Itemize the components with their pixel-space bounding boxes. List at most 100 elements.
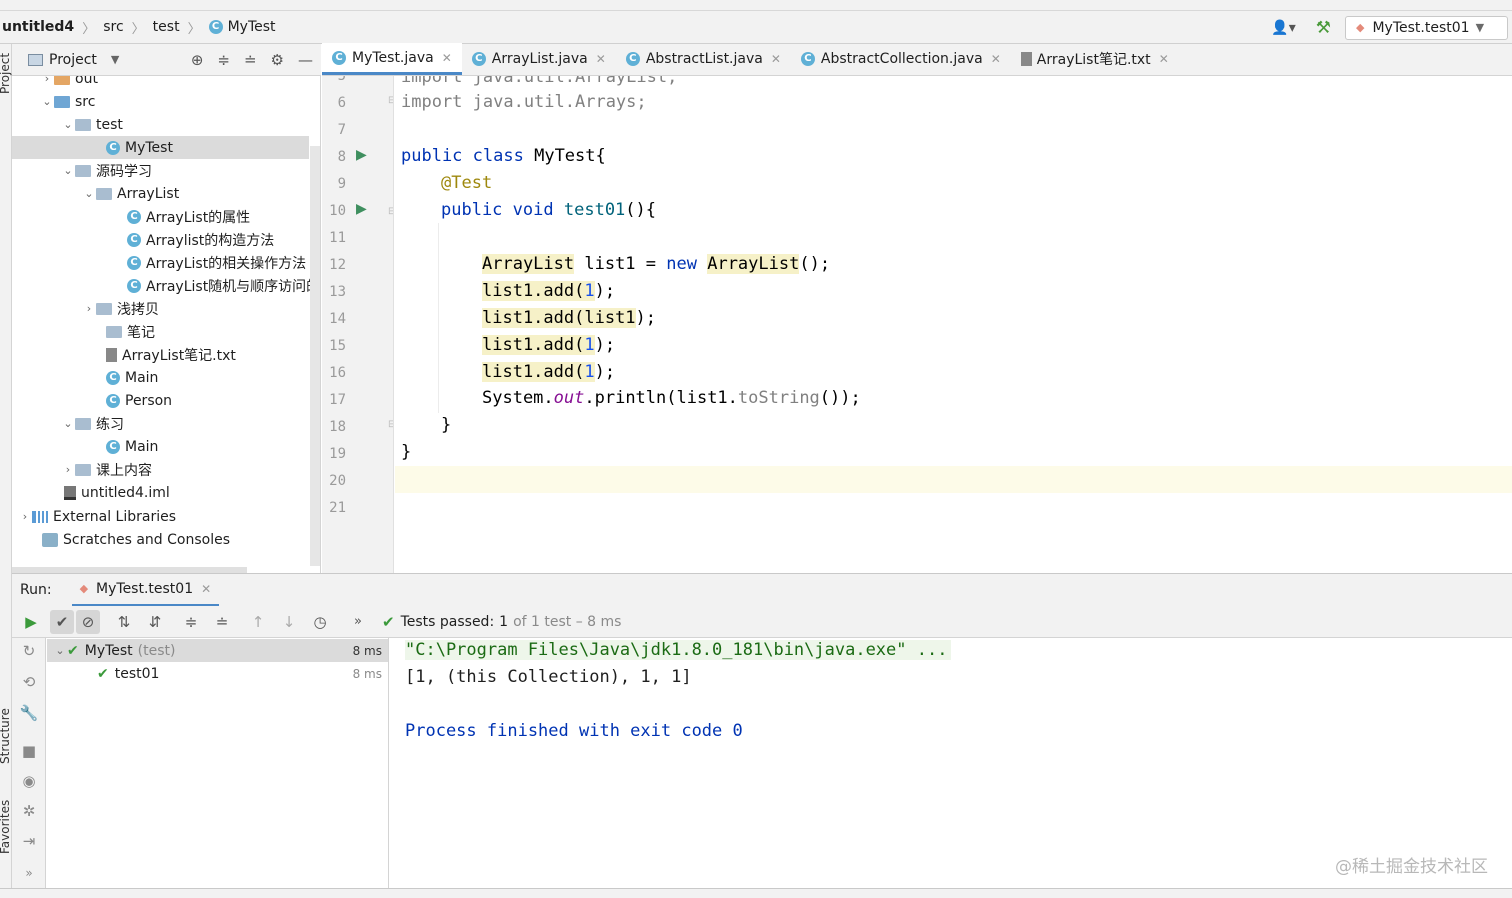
chevron-right-icon[interactable]: › bbox=[18, 510, 32, 523]
tree-item-notes[interactable]: 笔记 bbox=[12, 320, 309, 343]
more-icon[interactable]: » bbox=[19, 866, 39, 880]
toggle-autotest-icon[interactable]: ⟲ bbox=[19, 673, 39, 691]
tree-item-out[interactable]: › out bbox=[12, 76, 309, 90]
sort-by-duration-icon[interactable]: ⇵ bbox=[143, 610, 167, 634]
expand-all-icon[interactable]: ≑ bbox=[179, 610, 203, 634]
fold-icon[interactable]: ⊟ bbox=[388, 95, 393, 106]
build-hammer-icon[interactable]: ⚒ bbox=[1316, 18, 1331, 38]
console-output[interactable]: "C:\Program Files\Java\jdk1.8.0_181\bin\… bbox=[390, 638, 1512, 888]
gear-icon[interactable]: ⚙ bbox=[271, 51, 284, 69]
previous-failed-icon[interactable]: ↑ bbox=[246, 610, 270, 634]
favorites-tool-window-button[interactable]: Favorites bbox=[0, 800, 12, 854]
sort-alphabetically-icon[interactable]: ⇅ bbox=[112, 610, 136, 634]
import-icon[interactable]: ⇥ bbox=[19, 832, 39, 850]
run-test-class-icon[interactable]: ▶ bbox=[356, 147, 367, 163]
tree-item-main[interactable]: C Main bbox=[12, 435, 309, 458]
show-ignored-icon[interactable]: ⊘ bbox=[76, 609, 100, 634]
close-icon[interactable]: ✕ bbox=[596, 52, 606, 66]
chevron-down-icon[interactable]: ⌄ bbox=[82, 187, 96, 200]
vertical-scrollbar[interactable] bbox=[310, 146, 320, 566]
breadcrumb-src[interactable]: src bbox=[103, 19, 123, 35]
chevron-down-icon[interactable]: ⌄ bbox=[53, 644, 67, 657]
tree-item-test[interactable]: ⌄ test bbox=[12, 113, 309, 136]
tree-item-class[interactable]: C ArrayList的属性 bbox=[12, 205, 309, 228]
code-editor[interactable]: import java.util.ArrayList; import java.… bbox=[395, 76, 1512, 573]
tab-abstractcollection-java[interactable]: C AbstractCollection.java ✕ bbox=[791, 43, 1011, 75]
tree-item-class[interactable]: C ArrayList的相关操作方法 bbox=[12, 251, 309, 274]
collapse-all-icon[interactable]: ≐ bbox=[210, 610, 234, 634]
tab-label: AbstractList.java bbox=[645, 51, 763, 67]
tree-item-person[interactable]: C Person bbox=[12, 389, 309, 412]
tree-item-label: MyTest bbox=[125, 139, 173, 156]
test-case-row[interactable]: ✔ test01 8 ms bbox=[47, 662, 388, 685]
tree-item-src[interactable]: ⌄ src bbox=[12, 90, 309, 113]
line-number: 9 bbox=[337, 176, 346, 192]
rerun-icon[interactable]: ▶ bbox=[19, 610, 43, 634]
tree-item-shallow-copy[interactable]: › 浅拷贝 bbox=[12, 297, 309, 320]
close-icon[interactable]: ✕ bbox=[1159, 52, 1169, 66]
collapse-all-icon[interactable]: ≐ bbox=[244, 51, 257, 69]
library-icon bbox=[32, 510, 48, 523]
chevron-right-icon[interactable]: › bbox=[61, 463, 75, 476]
breadcrumb-file[interactable]: MyTest bbox=[228, 19, 276, 35]
tab-label: ArrayList.java bbox=[491, 51, 588, 67]
show-passed-icon[interactable]: ✔ bbox=[50, 609, 74, 634]
structure-tool-window-button[interactable]: Structure bbox=[0, 708, 12, 764]
tab-abstractlist-java[interactable]: C AbstractList.java ✕ bbox=[616, 43, 791, 75]
tree-item-class-content[interactable]: › 课上内容 bbox=[12, 458, 309, 481]
run-tab-mytest-test01[interactable]: ◆ MyTest.test01 ✕ bbox=[71, 574, 220, 607]
rerun-failed-icon[interactable]: ↻ bbox=[19, 642, 39, 660]
tree-item-arraylist-folder[interactable]: ⌄ ArrayList bbox=[12, 182, 309, 205]
class-icon: C bbox=[208, 20, 223, 34]
tab-arraylist-notes-txt[interactable]: ArrayList笔记.txt ✕ bbox=[1011, 43, 1179, 75]
tree-item-mytest[interactable]: C MyTest bbox=[12, 136, 309, 159]
breadcrumb-project[interactable]: untitled4 bbox=[2, 19, 74, 35]
breadcrumb-test[interactable]: test bbox=[153, 19, 180, 35]
close-icon[interactable]: ✕ bbox=[771, 52, 781, 66]
project-tree: › out ⌄ src ⌄ test C MyTest ⌄ 源码学习 ⌄ ArrayList… bbox=[12, 76, 321, 573]
tree-item-label: Main bbox=[125, 438, 159, 455]
settings-icon[interactable]: ✲ bbox=[19, 802, 39, 820]
wrench-icon[interactable]: 🔧 bbox=[19, 704, 39, 722]
line-number: 20 bbox=[329, 473, 346, 489]
tree-item-iml[interactable]: untitled4.iml bbox=[12, 481, 309, 504]
close-icon[interactable]: ✕ bbox=[991, 52, 1001, 66]
tree-item-label: ArrayList bbox=[117, 185, 180, 202]
tree-item-main[interactable]: C Main bbox=[12, 366, 309, 389]
run-test-method-icon[interactable]: ▶ bbox=[356, 201, 367, 217]
camera-icon[interactable]: ◉ bbox=[19, 772, 39, 790]
project-view-dropdown[interactable]: Project ▼ bbox=[28, 52, 119, 68]
tab-arraylist-java[interactable]: C ArrayList.java ✕ bbox=[462, 43, 616, 75]
history-icon[interactable]: ◷ bbox=[308, 610, 332, 634]
next-failed-icon[interactable]: ↓ bbox=[277, 610, 301, 634]
test-suite-row[interactable]: ⌄ ✔ MyTest (test) 8 ms bbox=[47, 639, 388, 662]
tree-item-class[interactable]: C ArrayList随机与顺序访问的 bbox=[12, 274, 320, 297]
fold-icon[interactable]: ⊟ bbox=[388, 419, 393, 430]
close-icon[interactable]: ✕ bbox=[201, 582, 211, 596]
tab-mytest-java[interactable]: C MyTest.java ✕ bbox=[322, 43, 462, 75]
project-tool-window-button[interactable]: Project bbox=[0, 53, 12, 94]
tree-item-scratches[interactable]: Scratches and Consoles bbox=[12, 528, 309, 551]
chevron-down-icon[interactable]: ⌄ bbox=[61, 417, 75, 430]
chevron-right-icon[interactable]: › bbox=[82, 302, 96, 315]
tree-item-practice[interactable]: ⌄ 练习 bbox=[12, 412, 309, 435]
tree-item-source-study[interactable]: ⌄ 源码学习 bbox=[12, 159, 309, 182]
tree-item-external-libraries[interactable]: › External Libraries bbox=[12, 505, 309, 528]
stop-icon[interactable]: ■ bbox=[19, 742, 39, 760]
chevron-down-icon[interactable]: ⌄ bbox=[40, 95, 54, 108]
chevron-down-icon[interactable]: ⌄ bbox=[61, 118, 75, 131]
code-line: list1.add(list1); bbox=[482, 305, 1512, 332]
close-icon[interactable]: ✕ bbox=[442, 51, 452, 65]
locate-icon[interactable]: ⊕ bbox=[191, 51, 204, 69]
run-configuration-select[interactable]: ◆ MyTest.test01 ▼ bbox=[1345, 15, 1508, 40]
tree-item-notes-txt[interactable]: ArrayList笔记.txt bbox=[12, 343, 309, 366]
code-text: .println(list1. bbox=[584, 388, 738, 408]
more-icon[interactable]: » bbox=[346, 610, 370, 634]
chevron-right-icon[interactable]: › bbox=[40, 76, 54, 85]
hide-icon[interactable]: — bbox=[298, 51, 313, 69]
tree-item-class[interactable]: C Arraylist的构造方法 bbox=[12, 228, 309, 251]
fold-icon[interactable]: ⊟ bbox=[388, 206, 393, 217]
user-icon[interactable]: 👤▾ bbox=[1271, 20, 1295, 36]
chevron-down-icon[interactable]: ⌄ bbox=[61, 164, 75, 177]
expand-all-icon[interactable]: ≑ bbox=[217, 51, 230, 69]
